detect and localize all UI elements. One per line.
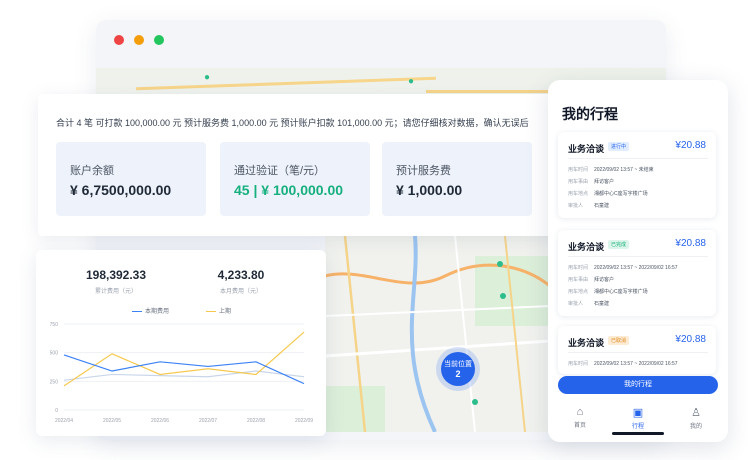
minimize-window-icon[interactable]: [134, 35, 144, 45]
card-label: 通过验证（笔/元）: [234, 165, 326, 177]
trip-price: ¥20.88: [675, 238, 706, 249]
home-icon: ⌂: [576, 406, 584, 418]
account-balance-card: 账户余额 ¥ 6,7500,000.00: [56, 142, 206, 216]
x-tick-label: 2022/08: [247, 418, 265, 424]
trip-row: 用车地点 湘都中心C座写字楼广场: [568, 191, 648, 197]
tab-label: 行程: [631, 424, 644, 430]
payment-summary-panel: 合计 4 笔 可打款 100,000.00 元 预计服务费 1,000.00 元…: [38, 94, 558, 236]
my-trips-button[interactable]: 我的行程: [558, 376, 718, 394]
trip-card[interactable]: 业务洽谈 进行中 ¥20.88 用车时间 2022/09/02 13:57 ~ 未…: [558, 132, 716, 218]
map-pin-icon[interactable]: ●: [408, 76, 414, 87]
x-tick-label: 2022/05: [103, 418, 121, 424]
trip-row: 审批人 石童建: [568, 301, 610, 307]
tab-trips[interactable]: ▣ 行程: [618, 406, 658, 430]
series-line-0[interactable]: [63, 354, 305, 385]
y-tick-label: 750: [50, 322, 59, 328]
cluster-label: 当前位置: [444, 361, 472, 368]
trip-row: 用车时间 2022/09/02 13:57 ~ 未结束: [568, 167, 654, 173]
trip-row: 用车时间 2022/09/02 13:57 ~ 2022/09/02 16:57: [568, 361, 678, 367]
phone-title: 我的行程: [562, 106, 618, 122]
summary-text: 合计 4 笔 可打款 100,000.00 元 预计服务费 1,000.00 元…: [56, 118, 529, 128]
y-tick-label: 0: [55, 408, 58, 414]
trip-row: 用车地点 湘都中心C座写字楼广场: [568, 289, 648, 295]
user-icon: ♙: [691, 407, 701, 419]
x-tick-label: 2022/04: [55, 418, 73, 424]
close-window-icon[interactable]: [114, 35, 124, 45]
series-line-2[interactable]: [63, 370, 305, 381]
trip-row: 用车事由 拜访客户: [568, 179, 615, 185]
trip-row: 审批人 石童建: [568, 203, 610, 209]
y-tick-label: 250: [50, 379, 59, 385]
tab-home[interactable]: ⌂ 首页: [560, 406, 600, 429]
mobile-trips-panel: 我的行程 业务洽谈 进行中 ¥20.88 用车时间 2022/09/02 13:5…: [548, 80, 728, 442]
card-value: ¥ 1,000.00: [396, 182, 463, 198]
trip-name: 业务洽谈: [568, 144, 605, 154]
trip-status-badge: 已取消: [608, 336, 630, 345]
verified-card: 通过验证（笔/元） 45 | ¥ 100,000.00: [220, 142, 370, 216]
trip-status-badge: 进行中: [608, 142, 630, 151]
trip-row: 用车时间 2022/09/02 13:57 ~ 2022/09/02 16:57: [568, 265, 678, 271]
browser-title-bar: [96, 20, 666, 60]
map-pin-icon[interactable]: ●: [204, 72, 210, 83]
service-fee-card: 预计服务费 ¥ 1,000.00: [382, 142, 532, 216]
expense-chart-card: 198,392.33 累计费用（元） 4,233.80 本月费用（元） 本期费用…: [36, 250, 326, 436]
card-label: 账户余额: [70, 165, 114, 177]
trip-name: 业务洽谈: [568, 242, 605, 252]
card-value: 45 | ¥ 100,000.00: [234, 182, 344, 198]
x-tick-label: 2022/06: [151, 418, 169, 424]
x-tick-label: 2022/07: [199, 418, 217, 424]
map-view[interactable]: 当前位置 2: [325, 236, 550, 432]
trip-name: 业务洽谈: [568, 338, 605, 348]
trip-card[interactable]: 业务洽谈 已完成 ¥20.88 用车时间 2022/09/02 13:57 ~ 2…: [558, 230, 716, 316]
line-chart: 750 500 250 0 2022/04 2022/05 2022/06 2022/07 20…: [50, 322, 314, 424]
tab-label: 我的: [689, 424, 702, 430]
home-indicator: [612, 432, 664, 435]
card-value: ¥ 6,7500,000.00: [70, 182, 172, 198]
trip-price: ¥20.88: [675, 334, 706, 345]
trip-card[interactable]: 业务洽谈 已取消 ¥20.88 用车时间 2022/09/02 13:57 ~ 2…: [558, 326, 716, 374]
tab-label: 首页: [573, 423, 586, 429]
tab-profile[interactable]: ♙ 我的: [676, 406, 716, 430]
location-cluster-marker[interactable]: 当前位置 2: [441, 352, 475, 386]
trip-status-badge: 已完成: [608, 240, 630, 249]
calendar-icon: ▣: [632, 407, 644, 419]
bottom-tab-bar: ⌂ 首页 ▣ 行程 ♙ 我的: [548, 400, 728, 442]
cluster-count: 2: [455, 369, 461, 379]
map-roads: [325, 236, 550, 432]
trip-price: ¥20.88: [675, 140, 706, 151]
x-tick-label: 2022/09: [295, 418, 313, 424]
y-tick-label: 500: [50, 351, 59, 357]
series-line-1[interactable]: [63, 331, 305, 387]
card-label: 预计服务费: [396, 165, 451, 177]
trip-row: 用车事由 拜访客户: [568, 277, 615, 283]
maximize-window-icon[interactable]: [154, 35, 164, 45]
